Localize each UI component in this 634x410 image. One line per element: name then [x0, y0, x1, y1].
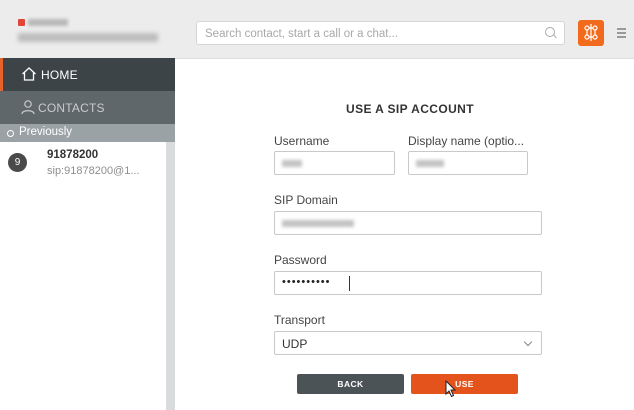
app-logo-icon[interactable]	[578, 20, 604, 46]
username-field[interactable]	[274, 151, 395, 175]
sidebar-item-label: CONTACTS	[38, 101, 105, 115]
contact-sip-address: sip:91878200@1...	[47, 165, 140, 177]
account-info-blurred[interactable]	[14, 15, 164, 45]
display-name-field[interactable]	[408, 151, 528, 175]
sip-domain-value-blurred	[282, 220, 354, 227]
section-header-previously: Previously	[0, 124, 175, 142]
menu-icon[interactable]	[617, 27, 626, 39]
password-field[interactable]: ••••••••••	[274, 271, 542, 295]
password-value: ••••••••••	[282, 276, 331, 288]
back-button[interactable]: BACK	[297, 374, 404, 394]
person-icon	[21, 100, 35, 115]
mouse-cursor-icon	[445, 380, 457, 398]
history-icon	[7, 130, 14, 137]
contact-name: 91878200	[47, 149, 99, 161]
avatar: 9	[8, 153, 27, 172]
text-caret	[349, 276, 350, 291]
username-value-blurred	[282, 160, 302, 167]
sidebar-item-contacts[interactable]: CONTACTS	[0, 91, 175, 124]
search-icon[interactable]	[545, 27, 555, 37]
status-dot	[18, 19, 25, 26]
sip-domain-label: SIP Domain	[274, 193, 338, 207]
use-button[interactable]: USE	[411, 374, 518, 394]
display-name-label: Display name (optio...	[408, 134, 525, 148]
home-icon	[22, 67, 36, 81]
sidebar-item-home[interactable]: HOME	[0, 58, 175, 91]
transport-select[interactable]: UDP	[274, 331, 542, 355]
search-box[interactable]	[196, 21, 565, 45]
display-name-value-blurred	[416, 160, 444, 167]
section-label: Previously	[19, 126, 73, 138]
password-label: Password	[274, 253, 327, 267]
sidebar-scrollbar[interactable]	[166, 142, 175, 410]
sip-domain-field[interactable]	[274, 211, 542, 235]
top-bar	[0, 0, 634, 59]
account-address-blurred	[18, 33, 158, 42]
list-item[interactable]: 9 91878200 sip:91878200@1...	[0, 142, 166, 186]
username-label: Username	[274, 134, 330, 148]
page-title: USE A SIP ACCOUNT	[346, 102, 474, 116]
chevron-down-icon	[523, 337, 533, 347]
account-name-blurred	[28, 19, 68, 26]
transport-label: Transport	[274, 313, 325, 327]
search-input[interactable]	[203, 24, 537, 44]
sidebar-item-label: HOME	[41, 68, 78, 82]
transport-value: UDP	[282, 337, 308, 351]
sidebar: HOME CONTACTS Previously 9 91878200 sip:…	[0, 58, 175, 410]
